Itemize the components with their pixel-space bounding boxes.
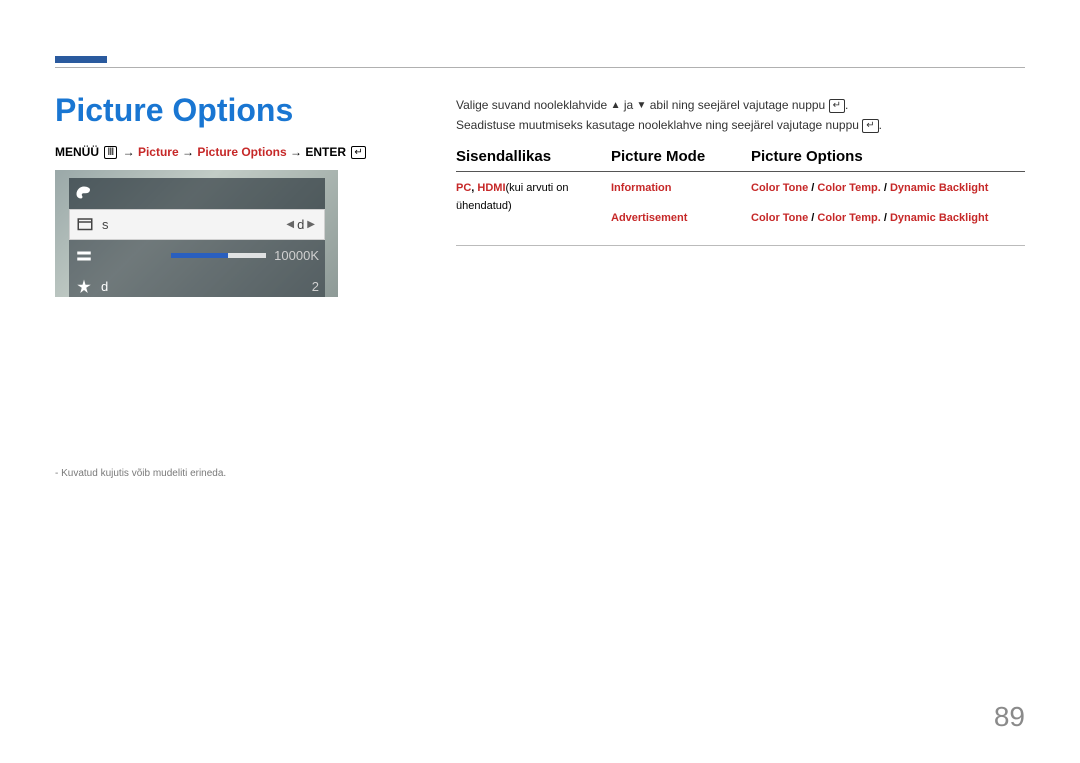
opt-color-tone: Color Tone [751, 182, 808, 194]
star-icon [75, 278, 93, 296]
menu-row-label: d [101, 279, 312, 294]
table-header-source: Sisendallikas [456, 148, 611, 165]
breadcrumb-menu: MENÜÜ [55, 145, 99, 159]
table-body: PC, HDMI(kui arvuti on ühendatud) Inform… [456, 172, 1025, 246]
slider-fill [171, 253, 228, 258]
breadcrumb-arrow: → [290, 145, 302, 159]
screenshot-footnote: Kuvatud kujutis võib mudeliti erineda. [55, 468, 226, 479]
source-pc: PC [456, 182, 471, 194]
enter-icon: ↵ [351, 146, 365, 159]
menu-icon: Ⅲ [104, 146, 117, 159]
breadcrumb-picture: Picture [138, 145, 179, 159]
mode-information: Information [611, 180, 751, 198]
table-cell-options: Color Tone / Color Temp. / Dynamic Backl… [751, 180, 1025, 239]
menu-panel: s ◀ d ▶ 10000K d 2 [69, 178, 325, 297]
section-accent-bar [55, 56, 107, 63]
table-separator [456, 245, 1025, 246]
table-header: Sisendallikas Picture Mode Picture Optio… [456, 148, 1025, 172]
menu-row-color-temp: 10000K [69, 240, 325, 271]
slider-icon [75, 247, 93, 265]
menu-row-picture-options [69, 178, 325, 209]
frame-icon [76, 216, 94, 234]
instruction-line1b: ja [624, 98, 633, 112]
table-row: PC, HDMI(kui arvuti on ühendatud) Inform… [456, 172, 1025, 239]
table-header-mode: Picture Mode [611, 148, 751, 165]
chevron-left-icon: ◀ [283, 219, 297, 230]
instruction-text: Valige suvand nooleklahvide ▲ ja ▼ abil … [456, 95, 1025, 136]
menu-row-value: d [297, 217, 304, 232]
mode-advertisement: Advertisement [611, 210, 751, 228]
breadcrumb-enter: ENTER [305, 145, 346, 159]
menu-row-selected: s ◀ d ▶ [69, 209, 325, 240]
table-cell-mode: Information Advertisement [611, 180, 751, 239]
arrow-down-icon: ▼ [637, 97, 647, 114]
instruction-line1a: Valige suvand nooleklahvide [456, 98, 607, 112]
instruction-line1c: abil ning seejärel vajutage nuppu [650, 98, 825, 112]
palette-icon [75, 185, 93, 203]
enter-icon: ↵ [862, 119, 878, 133]
opt-slash: / [881, 182, 890, 194]
breadcrumb-picture-options: Picture Options [197, 145, 286, 159]
breadcrumb: MENÜÜ Ⅲ → Picture → Picture Options → EN… [55, 145, 368, 159]
opt-color-temp: Color Temp. [817, 182, 880, 194]
opt-color-tone: Color Tone [751, 212, 808, 224]
instruction-line2a: Seadistuse muutmiseks kasutage nooleklah… [456, 118, 859, 132]
opt-dynamic-backlight: Dynamic Backlight [890, 182, 988, 194]
options-table: Sisendallikas Picture Mode Picture Optio… [456, 148, 1025, 246]
table-cell-source: PC, HDMI(kui arvuti on ühendatud) [456, 180, 611, 239]
menu-row-label: s [102, 217, 283, 232]
slider-track [171, 253, 266, 258]
section-top-rule [55, 67, 1025, 68]
breadcrumb-arrow: → [123, 145, 135, 159]
arrow-up-icon: ▲ [611, 97, 621, 114]
opt-dynamic-backlight: Dynamic Backlight [890, 212, 988, 224]
opt-color-temp: Color Temp. [817, 212, 880, 224]
opt-slash: / [881, 212, 890, 224]
menu-row-dynamic: d 2 [69, 271, 325, 297]
menu-row-value: 2 [312, 279, 319, 294]
page-title: Picture Options [55, 92, 293, 129]
source-hdmi: HDMI [477, 182, 505, 194]
menu-row-value: 10000K [274, 248, 319, 263]
table-header-options: Picture Options [751, 148, 1025, 165]
page-number: 89 [994, 701, 1025, 733]
menu-screenshot: s ◀ d ▶ 10000K d 2 [55, 170, 338, 297]
breadcrumb-arrow: → [182, 145, 194, 159]
chevron-right-icon: ▶ [304, 219, 318, 230]
enter-icon: ↵ [829, 99, 845, 113]
